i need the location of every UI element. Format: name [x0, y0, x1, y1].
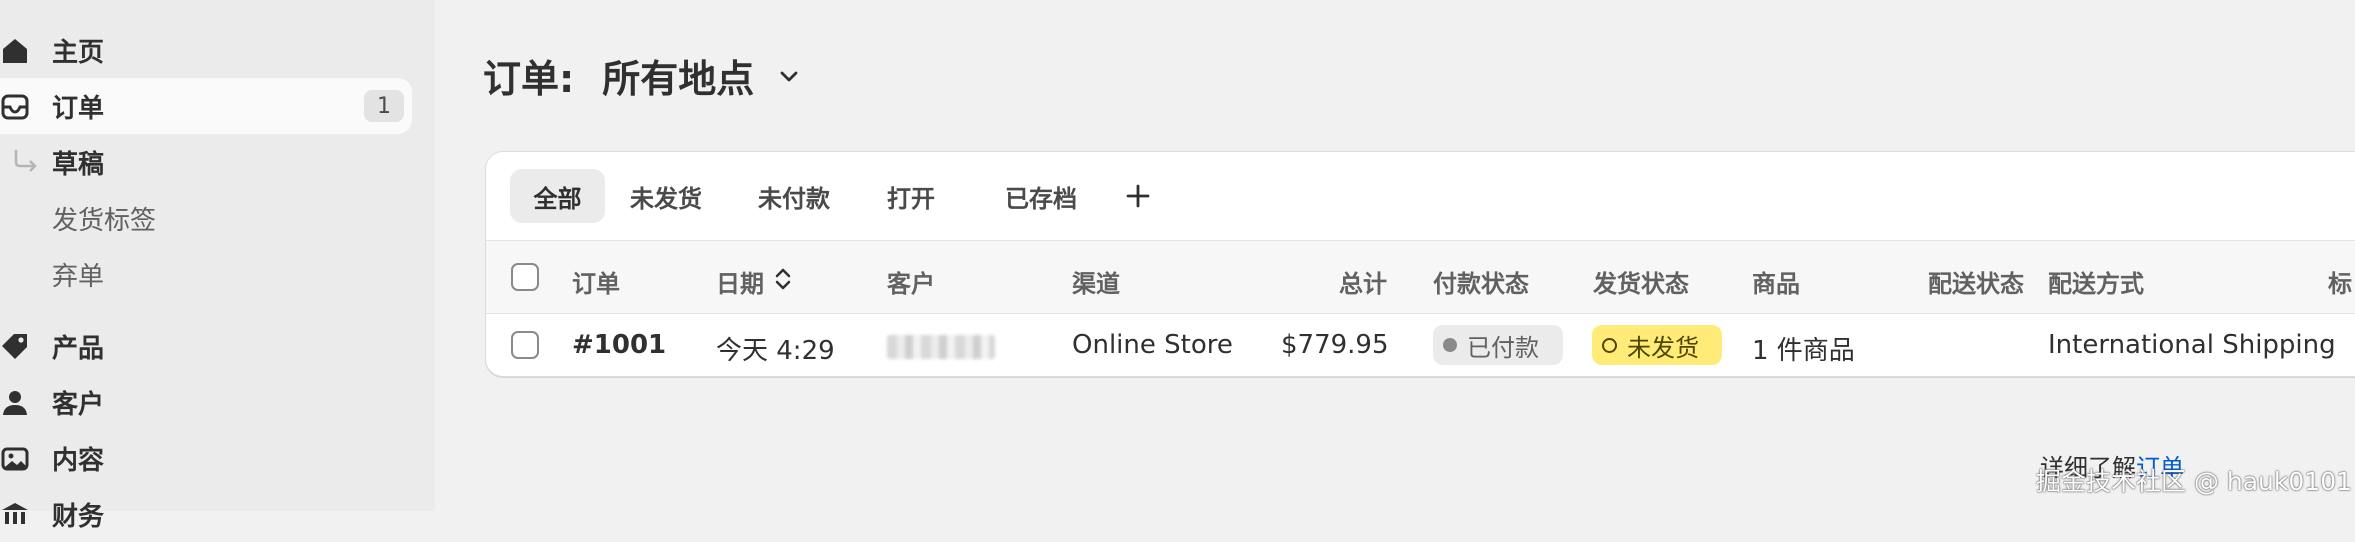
- add-view-icon[interactable]: [1120, 178, 1156, 214]
- sidebar-item-abandoned[interactable]: 弃单: [0, 246, 412, 302]
- column-header-delivery-method[interactable]: 配送方式: [2048, 264, 2144, 299]
- column-header-channel[interactable]: 渠道: [1072, 264, 1120, 299]
- sidebar-item-label: 弃单: [52, 261, 105, 292]
- home-icon: [3, 39, 27, 63]
- customer-name-redacted: [887, 335, 995, 359]
- sort-icon[interactable]: [772, 265, 794, 293]
- tab-open[interactable]: 打开: [871, 169, 951, 223]
- payment-status-label: 已付款: [1467, 333, 1539, 362]
- tab-archived[interactable]: 已存档: [976, 169, 1106, 223]
- order-date: 今天 4:29: [716, 336, 835, 366]
- sidebar-item-label: 客户: [52, 389, 105, 420]
- page-title: 订单:: [483, 57, 575, 101]
- person-icon: [3, 391, 27, 415]
- column-header-customer[interactable]: 客户: [887, 264, 935, 299]
- fulfillment-status-badge: 未发货: [1592, 325, 1722, 365]
- sidebar-item-finance[interactable]: 财务: [0, 486, 412, 542]
- image-icon: [1, 447, 29, 471]
- column-header-payment-status[interactable]: 付款状态: [1433, 264, 1529, 299]
- select-all-checkbox[interactable]: [511, 263, 539, 291]
- sidebar-item-label: 订单: [52, 93, 105, 124]
- orders-count-badge: 1: [364, 90, 404, 122]
- column-header-order[interactable]: 订单: [572, 264, 620, 299]
- sidebar-item-label: 财务: [52, 501, 105, 532]
- order-total: $779.95: [1281, 330, 1389, 360]
- sidebar-item-customers[interactable]: 客户: [0, 374, 412, 430]
- column-header-tags[interactable]: 标: [2328, 264, 2352, 299]
- row-select-checkbox[interactable]: [511, 331, 539, 359]
- watermark: 掘金技术社区 @ hauk0101: [2036, 467, 2353, 496]
- table-header: 订单 日期 客户 渠道 总计 付款状态 发货状态 商品 配送状态 配送方式 标: [486, 241, 2355, 314]
- order-channel: Online Store: [1072, 330, 1233, 360]
- sidebar-item-label: 草稿: [52, 149, 105, 180]
- payment-status-badge: 已付款: [1433, 325, 1563, 365]
- sidebar-item-home[interactable]: 主页: [0, 22, 412, 78]
- status-ring-icon: [1602, 337, 1617, 353]
- table-row[interactable]: #1001 今天 4:29 Online Store $779.95 已付款 未…: [486, 314, 2355, 376]
- chevron-down-icon[interactable]: [776, 63, 802, 89]
- location-selector-label[interactable]: 所有地点: [602, 48, 754, 103]
- column-header-fulfillment-status[interactable]: 发货状态: [1593, 264, 1689, 299]
- sidebar-item-drafts[interactable]: 草稿: [0, 134, 412, 190]
- column-header-total[interactable]: 总计: [1339, 264, 1387, 299]
- orders-card: 全部 未发货 未付款 打开 已存档 订单 日期 客户 渠道 总计 付款状态 发货…: [485, 151, 2355, 377]
- order-number[interactable]: #1001: [572, 330, 666, 360]
- sidebar-item-shipping-labels[interactable]: 发货标签: [0, 190, 412, 246]
- sidebar: 主页 订单 1 草稿 发货标签 弃单 产品 客户 内容 财务: [0, 0, 435, 532]
- subitem-arrow-icon: [14, 150, 37, 172]
- delivery-method: International Shipping: [2048, 330, 2336, 360]
- status-dot-icon: [1443, 338, 1457, 352]
- order-items[interactable]: 1 件商品: [1752, 330, 1855, 367]
- sidebar-item-label: 发货标签: [52, 205, 157, 236]
- column-header-items[interactable]: 商品: [1752, 264, 1800, 299]
- bank-icon: [2, 503, 28, 524]
- tab-unpaid[interactable]: 未付款: [744, 169, 844, 223]
- sidebar-item-label: 内容: [52, 445, 105, 476]
- sidebar-item-label: 主页: [52, 37, 105, 68]
- tag-icon: [2, 334, 27, 359]
- sidebar-item-label: 产品: [52, 333, 105, 364]
- column-header-delivery-status[interactable]: 配送状态: [1928, 264, 2024, 299]
- sidebar-item-products[interactable]: 产品: [0, 318, 412, 374]
- tab-unfulfilled[interactable]: 未发货: [616, 169, 716, 223]
- tab-all[interactable]: 全部: [510, 169, 605, 223]
- sidebar-item-orders[interactable]: 订单 1: [0, 78, 412, 134]
- sidebar-item-content[interactable]: 内容: [0, 430, 412, 486]
- fulfillment-status-label: 未发货: [1627, 333, 1699, 362]
- column-header-date[interactable]: 日期: [716, 264, 764, 299]
- page-header: 订单: 所有地点: [483, 48, 802, 103]
- filter-tabs: 全部 未发货 未付款 打开 已存档: [486, 152, 2355, 241]
- inbox-icon: [1, 94, 29, 120]
